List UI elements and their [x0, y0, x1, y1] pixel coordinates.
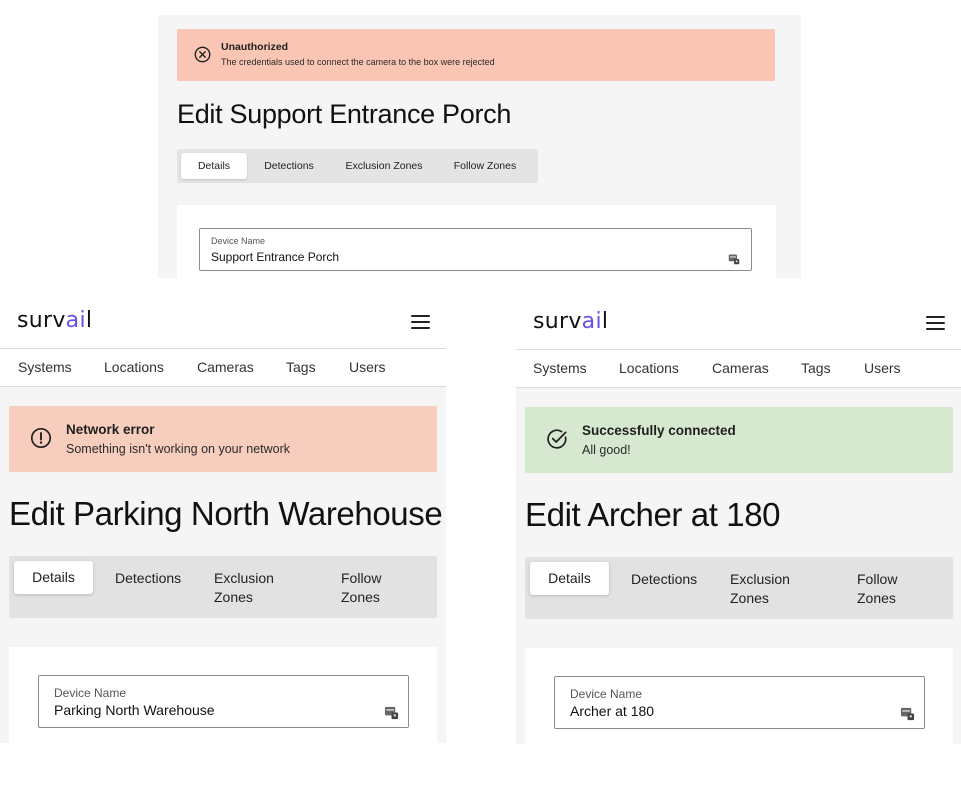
device-name-label: Device Name [54, 686, 127, 700]
alert-message: The credentials used to connect the came… [221, 57, 495, 67]
device-name-field[interactable]: Device Name [199, 228, 752, 271]
main-nav: Systems Locations Cameras Tags Users [516, 349, 961, 388]
tab-follow-zones[interactable]: Follow Zones [857, 570, 907, 608]
device-name-input[interactable] [570, 703, 880, 719]
nav-tags[interactable]: Tags [286, 359, 316, 375]
tab-exclusion-zones[interactable]: Exclusion Zones [214, 569, 294, 607]
unauthorized-alert: Unauthorized The credentials used to con… [177, 29, 775, 81]
alert-title: Successfully connected [582, 423, 736, 438]
nav-locations[interactable]: Locations [104, 359, 164, 375]
device-name-input[interactable] [54, 702, 364, 718]
details-card: Device Name [9, 647, 437, 743]
nav-systems[interactable]: Systems [533, 360, 587, 376]
page-title: Edit Archer at 180 [525, 496, 781, 533]
tab-detections[interactable]: Detections [631, 570, 697, 589]
exclamation-circle-icon [30, 427, 52, 449]
tab-detections[interactable]: Detections [115, 569, 181, 588]
nav-users[interactable]: Users [349, 359, 386, 375]
nav-users[interactable]: Users [864, 360, 901, 376]
nav-cameras[interactable]: Cameras [197, 359, 254, 375]
device-name-label: Device Name [570, 687, 643, 701]
tab-detections[interactable]: Detections [253, 153, 325, 179]
alert-message: All good! [582, 443, 631, 457]
tab-follow-zones[interactable]: Follow Zones [341, 569, 391, 607]
hamburger-menu-icon[interactable] [411, 315, 430, 330]
network-error-alert: Network error Something isn't working on… [9, 406, 437, 472]
tab-exclusion-zones[interactable]: Exclusion Zones [730, 570, 810, 608]
keychain-icon[interactable] [384, 705, 399, 720]
device-name-input[interactable] [211, 250, 691, 264]
hamburger-menu-icon[interactable] [926, 316, 945, 331]
check-circle-icon [547, 429, 567, 449]
content-area: Network error Something isn't working on… [0, 387, 446, 743]
alert-message: Something isn't working on your network [66, 442, 291, 456]
main-nav: Systems Locations Cameras Tags Users [0, 348, 446, 387]
tab-bar: Details Detections Exclusion Zones Follo… [177, 149, 538, 183]
keychain-icon[interactable] [728, 253, 740, 265]
mobile-edit-panel-success: survail Systems Locations Cameras Tags U… [516, 299, 961, 744]
nav-systems[interactable]: Systems [18, 359, 72, 375]
desktop-edit-panel: Unauthorized The credentials used to con… [158, 15, 801, 278]
x-circle-icon [194, 46, 211, 63]
details-card: Device Name [525, 648, 953, 744]
nav-locations[interactable]: Locations [619, 360, 679, 376]
success-alert: Successfully connected All good! [525, 407, 953, 473]
app-header: survail [0, 298, 446, 348]
keychain-icon[interactable] [900, 706, 915, 721]
survail-logo[interactable]: survail [533, 309, 608, 334]
tab-exclusion-zones[interactable]: Exclusion Zones [337, 153, 431, 179]
content-area: Successfully connected All good! Edit Ar… [516, 388, 961, 744]
page-title: Edit Parking North Warehouse [9, 495, 443, 532]
tab-details[interactable]: Details [530, 562, 609, 595]
survail-logo[interactable]: survail [17, 308, 92, 333]
app-header: survail [516, 299, 961, 349]
nav-cameras[interactable]: Cameras [712, 360, 769, 376]
tab-bar: Details Detections Exclusion Zones Follo… [9, 556, 437, 618]
alert-title: Network error [66, 422, 155, 437]
mobile-edit-panel-error: survail Systems Locations Cameras Tags U… [0, 298, 446, 743]
device-name-label: Device Name [211, 236, 266, 246]
device-name-field[interactable]: Device Name [38, 675, 409, 728]
alert-title: Unauthorized [221, 41, 289, 53]
tab-details[interactable]: Details [14, 561, 93, 594]
page-title: Edit Support Entrance Porch [177, 99, 512, 129]
details-card: Device Name [177, 205, 776, 278]
device-name-field[interactable]: Device Name [554, 676, 925, 729]
tab-follow-zones[interactable]: Follow Zones [444, 153, 526, 179]
tab-details[interactable]: Details [181, 153, 247, 179]
tab-bar: Details Detections Exclusion Zones Follo… [525, 557, 953, 619]
nav-tags[interactable]: Tags [801, 360, 831, 376]
